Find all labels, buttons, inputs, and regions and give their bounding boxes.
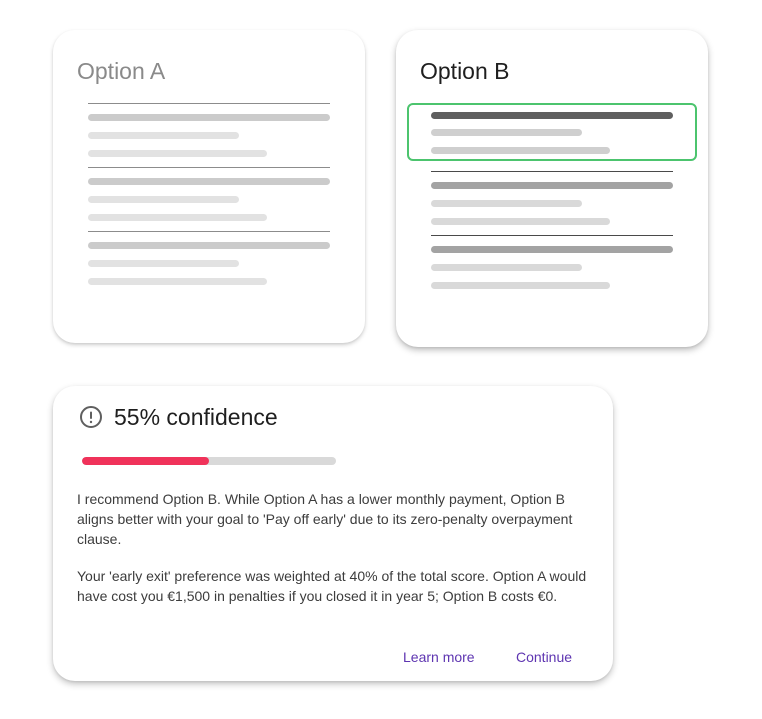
option-b-title: Option B <box>420 58 510 84</box>
option-b-placeholder-line <box>431 200 582 207</box>
confidence-progress-fill <box>82 457 209 465</box>
learn-more-button[interactable]: Learn more <box>403 647 475 667</box>
continue-button[interactable]: Continue <box>516 647 572 667</box>
option-b-divider <box>431 235 673 236</box>
option-a-placeholder-line <box>88 196 239 203</box>
option-b-placeholder-line <box>431 218 610 225</box>
option-a-placeholder-line <box>88 114 330 121</box>
confidence-progress-bar <box>82 457 336 465</box>
option-b-placeholder-line <box>431 112 673 119</box>
option-b-placeholder-line <box>431 246 673 253</box>
option-b-placeholder-line <box>431 182 673 189</box>
alert-circle-icon <box>79 405 103 429</box>
option-b-placeholder-line <box>431 147 610 154</box>
option-a-divider <box>88 167 330 168</box>
option-b-placeholder-line <box>431 264 582 271</box>
weighting-explanation-text: Your 'early exit' preference was weighte… <box>77 568 587 604</box>
confidence-title: 55% confidence <box>114 404 278 430</box>
option-a-placeholder-line <box>88 242 330 249</box>
recommendation-text: I recommend Option B. While Option A has… <box>77 491 573 547</box>
option-a-placeholder-line <box>88 278 267 285</box>
recommendation-card: 55% confidence I recommend Option B. Whi… <box>53 386 613 681</box>
option-a-placeholder-line <box>88 150 267 157</box>
option-b-divider <box>431 171 673 172</box>
option-b-placeholder-line <box>431 282 610 289</box>
option-a-placeholder-line <box>88 178 330 185</box>
option-a-title: Option A <box>77 58 166 84</box>
option-a-card[interactable]: Option A <box>53 30 365 343</box>
option-a-divider <box>88 231 330 232</box>
option-a-placeholder-line <box>88 214 267 221</box>
option-a-divider <box>88 103 330 104</box>
option-b-placeholder-line <box>431 129 582 136</box>
option-a-placeholder-line <box>88 260 239 267</box>
option-a-placeholder-line <box>88 132 239 139</box>
option-b-card[interactable]: Option B <box>396 30 708 347</box>
